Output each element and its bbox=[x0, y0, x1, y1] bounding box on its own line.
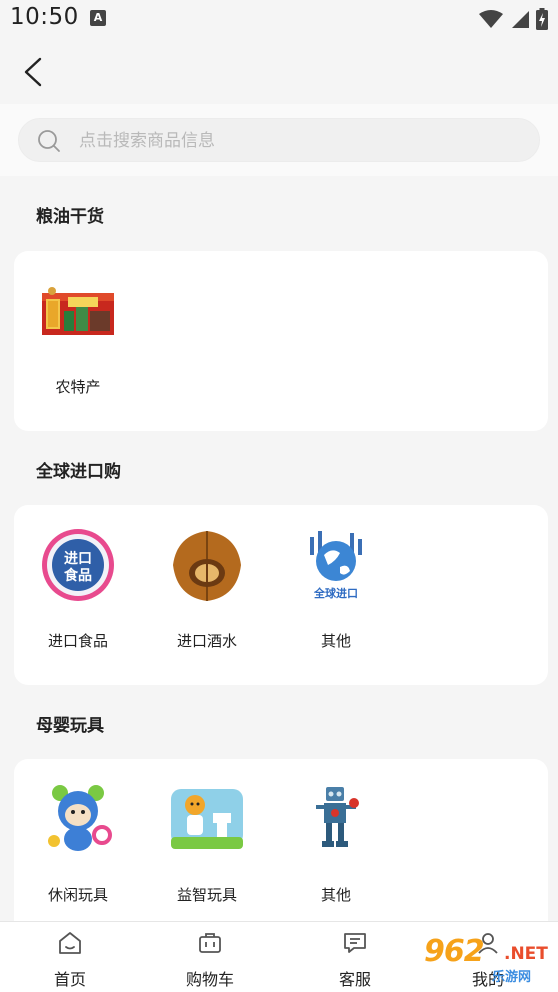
home-icon bbox=[59, 932, 81, 954]
back-button[interactable] bbox=[14, 52, 54, 92]
category-item-leisure-toys[interactable]: 休闲玩具 bbox=[18, 759, 138, 909]
import-food-badge-line2: 食品 bbox=[64, 567, 92, 584]
category-item-import-food[interactable]: 进口 食品 进口食品 bbox=[18, 505, 138, 655]
category-item-import-other[interactable]: 全球进口 其他 bbox=[276, 505, 396, 655]
watermark-logo: 962 .NET 乐游网 bbox=[418, 934, 554, 988]
educational-toys-image bbox=[171, 789, 243, 849]
chevron-left-icon bbox=[24, 57, 42, 87]
local-specialty-image bbox=[42, 287, 114, 335]
section-card-grain-oil: 农特产 bbox=[14, 251, 548, 431]
notification-a-icon: A bbox=[90, 10, 106, 26]
category-label: 其他 bbox=[320, 632, 351, 650]
category-label: 进口酒水 bbox=[176, 632, 237, 650]
signal-icon bbox=[512, 11, 529, 28]
status-icons bbox=[478, 8, 548, 30]
status-bar: 10:50 A bbox=[0, 0, 558, 38]
search-area: 点击搜索商品信息 bbox=[0, 104, 558, 176]
tab-cart[interactable]: 购物车 bbox=[140, 922, 280, 992]
category-item-import-wine[interactable]: 进口酒水 bbox=[147, 505, 267, 655]
category-content[interactable]: 粮油干货 农特产 全球进口购 进口 食品 进口食品 进口酒水 全球进口 其他 母… bbox=[0, 176, 558, 921]
category-item-toys-other[interactable]: 其他 bbox=[276, 759, 396, 909]
status-time: 10:50 bbox=[10, 4, 79, 30]
search-input[interactable]: 点击搜索商品信息 bbox=[18, 118, 540, 162]
import-food-image: 进口 食品 bbox=[42, 529, 114, 601]
wifi-icon bbox=[479, 10, 503, 28]
category-item-educational-toys[interactable]: 益智玩具 bbox=[147, 759, 267, 909]
battery-icon bbox=[536, 8, 548, 30]
tab-label-cart: 购物车 bbox=[185, 970, 234, 989]
tab-label-home: 首页 bbox=[53, 970, 86, 989]
category-label: 益智玩具 bbox=[176, 886, 237, 904]
import-food-badge-line1: 进口 bbox=[64, 551, 92, 567]
section-card-global-import: 进口 食品 进口食品 进口酒水 全球进口 其他 bbox=[14, 505, 548, 685]
tab-label-customer-service: 客服 bbox=[338, 970, 371, 989]
search-icon bbox=[38, 130, 60, 152]
robot-toy-image bbox=[316, 787, 359, 847]
category-label: 农特产 bbox=[55, 378, 101, 396]
category-label: 进口食品 bbox=[47, 632, 108, 650]
section-card-mother-baby-toys: 休闲玩具 益智玩具 其他 bbox=[14, 759, 548, 921]
tab-home[interactable]: 首页 bbox=[0, 922, 140, 992]
search-placeholder: 点击搜索商品信息 bbox=[79, 131, 215, 151]
global-import-image: 全球进口 bbox=[310, 531, 362, 600]
watermark-suffix: .NET bbox=[504, 944, 548, 964]
screen: 10:50 A 点击搜索商品信息 粮油干货 农特产 全球进口购 进口 食品 进口… bbox=[0, 0, 558, 992]
import-wine-image bbox=[173, 531, 241, 601]
category-label: 其他 bbox=[320, 886, 351, 904]
section-title-grain-oil: 粮油干货 bbox=[36, 207, 104, 227]
leisure-toys-image bbox=[48, 785, 112, 851]
watermark-number: 962 bbox=[424, 934, 485, 969]
section-title-mother-baby-toys: 母婴玩具 bbox=[36, 716, 104, 736]
category-item-local-specialty[interactable]: 农特产 bbox=[18, 251, 138, 401]
category-label: 休闲玩具 bbox=[47, 886, 108, 904]
chat-icon bbox=[344, 933, 366, 953]
global-import-caption: 全球进口 bbox=[313, 586, 358, 600]
watermark-subtitle: 乐游网 bbox=[492, 970, 532, 985]
section-title-global-import: 全球进口购 bbox=[36, 462, 121, 482]
cart-icon bbox=[199, 933, 221, 953]
tab-customer-service[interactable]: 客服 bbox=[285, 922, 425, 992]
